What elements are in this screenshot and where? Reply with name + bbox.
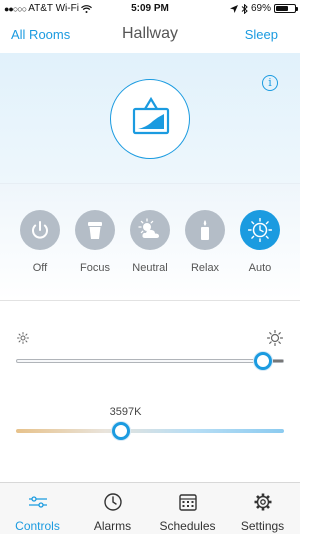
tab-bar: Controls Alarms Schedules Settings [0,482,300,534]
scene-header: i [0,53,300,183]
sun-small-icon [17,332,29,344]
tab-label: Schedules [159,519,216,533]
battery-fill [276,6,289,11]
mode-selector: Off Focus Neutral Relax Auto [0,183,300,301]
mode-label: Off [32,262,48,274]
mode-label: Relax [190,262,220,274]
info-icon[interactable]: i [262,75,278,91]
calendar-icon [179,494,197,511]
color-temperature-thumb[interactable] [111,422,130,440]
mode-focus[interactable]: Focus [70,210,120,274]
mode-label: Focus [80,262,110,274]
location-arrow-icon [229,4,238,13]
bluetooth-icon [241,3,248,14]
light-controls: 3597K [0,302,300,482]
brightness-thumb[interactable] [253,352,272,370]
mode-relax-circle[interactable] [185,210,225,250]
mode-off[interactable]: Off [15,210,65,274]
sliders-icon [29,496,47,508]
status-right: 69% [229,3,298,14]
tab-label: Settings [240,519,285,533]
mode-auto[interactable]: Auto [235,210,285,274]
tab-schedules[interactable]: Schedules [150,483,225,534]
tab-label: Controls [15,519,60,533]
cup-icon [88,222,102,239]
battery-percent: 69% [250,3,271,14]
power-icon [32,221,48,239]
battery-icon [274,4,298,13]
tab-settings[interactable]: Settings [225,483,300,534]
tab-alarms[interactable]: Alarms [75,483,150,534]
mode-focus-circle[interactable] [75,210,115,250]
sun-large-icon [267,330,283,346]
status-bar: ●●○○○ AT&T Wi-Fi 5:09 PM 69% [0,0,300,17]
tab-label: Alarms [93,519,132,533]
scene-picture-icon [132,96,170,135]
mode-neutral-circle[interactable] [130,210,170,250]
mode-auto-circle[interactable] [240,210,280,250]
nav-bar: All Rooms Hallway Sleep [0,17,300,53]
mode-neutral[interactable]: Neutral [125,210,175,274]
gear-icon [254,493,272,511]
sleep-button[interactable]: Sleep [245,27,278,42]
mode-label: Auto [248,262,272,274]
mode-relax[interactable]: Relax [180,210,230,274]
mode-off-circle[interactable] [20,210,60,250]
brightness-slider[interactable] [16,359,284,363]
cloud-sun-icon [138,218,159,238]
clock-icon [104,493,122,511]
color-temperature-value: 3597K [109,406,142,418]
tab-controls[interactable]: Controls [0,483,75,534]
color-temperature-slider[interactable] [16,429,284,433]
mode-label: Neutral [132,262,168,274]
sun-clock-icon [248,218,272,242]
candle-icon [201,220,209,240]
scene-button[interactable] [110,79,190,159]
